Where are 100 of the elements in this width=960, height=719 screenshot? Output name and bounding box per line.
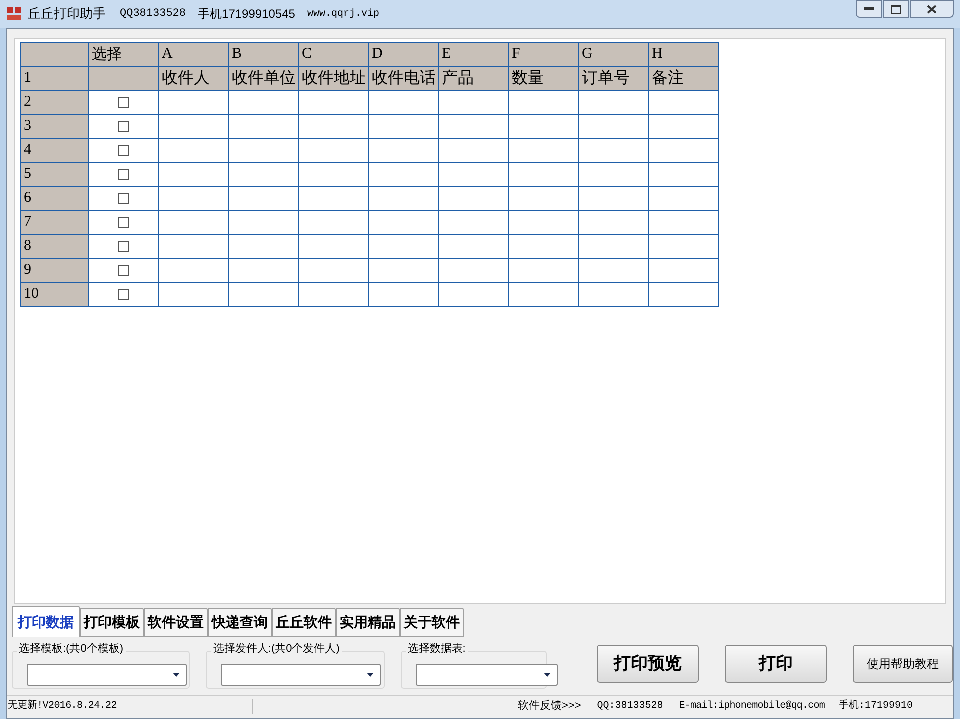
table-cell[interactable] — [579, 163, 649, 187]
table-cell[interactable] — [229, 139, 299, 163]
tab[interactable]: 打印模板 — [80, 608, 144, 637]
table-cell[interactable] — [229, 91, 299, 115]
table-cell[interactable] — [229, 283, 299, 307]
table-cell[interactable] — [509, 187, 579, 211]
table-cell[interactable] — [159, 187, 229, 211]
table-cell[interactable] — [229, 115, 299, 139]
action-button[interactable]: 打印 — [725, 645, 828, 683]
table-cell[interactable] — [509, 259, 579, 283]
table-cell[interactable] — [579, 91, 649, 115]
table-cell[interactable] — [439, 115, 509, 139]
dropdown[interactable] — [27, 664, 187, 686]
table-cell[interactable] — [439, 91, 509, 115]
dropdown[interactable] — [221, 664, 382, 686]
action-button[interactable]: 打印预览 — [597, 645, 700, 683]
table-cell[interactable] — [579, 283, 649, 307]
table-cell[interactable] — [509, 211, 579, 235]
table-cell[interactable] — [509, 163, 579, 187]
checkbox[interactable] — [118, 97, 129, 108]
table-cell[interactable] — [649, 163, 719, 187]
table-cell[interactable] — [299, 91, 369, 115]
table-cell[interactable] — [229, 187, 299, 211]
checkbox[interactable] — [118, 145, 129, 156]
table-cell[interactable] — [649, 259, 719, 283]
table-cell[interactable] — [439, 187, 509, 211]
table-cell[interactable] — [229, 235, 299, 259]
table-cell[interactable] — [579, 211, 649, 235]
table-cell[interactable] — [439, 235, 509, 259]
table-cell[interactable] — [649, 139, 719, 163]
checkbox[interactable] — [118, 217, 129, 228]
table-cell[interactable] — [439, 139, 509, 163]
table-cell[interactable] — [649, 91, 719, 115]
checkbox[interactable] — [118, 193, 129, 204]
table-cell[interactable] — [369, 163, 439, 187]
tab[interactable]: 快递查询 — [208, 608, 272, 637]
table-cell[interactable] — [369, 211, 439, 235]
table-cell[interactable] — [299, 211, 369, 235]
action-button[interactable]: 使用帮助教程 — [853, 645, 954, 683]
minimize-button[interactable] — [856, 0, 882, 18]
table-cell[interactable] — [299, 115, 369, 139]
table-cell[interactable] — [579, 235, 649, 259]
tab[interactable]: 丘丘软件 — [272, 608, 336, 637]
column-header: G — [579, 43, 649, 67]
table-cell[interactable] — [229, 211, 299, 235]
table-cell[interactable] — [299, 283, 369, 307]
checkbox[interactable] — [118, 289, 129, 300]
table-cell[interactable] — [159, 115, 229, 139]
table-cell[interactable] — [369, 283, 439, 307]
table-cell[interactable] — [299, 259, 369, 283]
table-cell[interactable] — [509, 139, 579, 163]
table-cell[interactable] — [509, 115, 579, 139]
table-cell[interactable] — [369, 115, 439, 139]
checkbox[interactable] — [118, 121, 129, 132]
table-cell[interactable] — [439, 163, 509, 187]
table-cell[interactable] — [369, 259, 439, 283]
table-cell[interactable] — [509, 91, 579, 115]
table-cell[interactable] — [299, 163, 369, 187]
table-cell[interactable] — [159, 91, 229, 115]
maximize-button[interactable] — [883, 0, 909, 18]
table-cell[interactable] — [439, 283, 509, 307]
table-cell[interactable] — [649, 115, 719, 139]
table-cell[interactable] — [229, 163, 299, 187]
table-cell[interactable] — [579, 259, 649, 283]
table-cell[interactable] — [579, 187, 649, 211]
table-cell[interactable] — [369, 91, 439, 115]
table-cell[interactable] — [579, 115, 649, 139]
status-feedback[interactable]: 软件反馈>>> — [518, 698, 582, 714]
checkbox[interactable] — [118, 265, 129, 276]
table-cell[interactable] — [649, 283, 719, 307]
table-cell[interactable] — [299, 235, 369, 259]
table-cell[interactable] — [649, 235, 719, 259]
table-cell[interactable] — [159, 283, 229, 307]
table-cell[interactable] — [369, 235, 439, 259]
table-cell[interactable] — [369, 139, 439, 163]
table-cell[interactable] — [159, 163, 229, 187]
table-cell[interactable] — [509, 283, 579, 307]
table-cell[interactable] — [159, 139, 229, 163]
table-cell[interactable] — [439, 211, 509, 235]
table-cell[interactable] — [579, 139, 649, 163]
table-cell[interactable] — [159, 235, 229, 259]
table-cell[interactable] — [159, 211, 229, 235]
table-cell[interactable] — [299, 139, 369, 163]
dropdown[interactable] — [416, 664, 558, 686]
table-cell[interactable] — [439, 259, 509, 283]
tab[interactable]: 关于软件 — [400, 608, 464, 637]
row-header: 6 — [21, 187, 89, 211]
table-cell[interactable] — [649, 211, 719, 235]
table-cell[interactable] — [649, 187, 719, 211]
tab[interactable]: 打印数据 — [12, 606, 80, 637]
table-cell[interactable] — [299, 187, 369, 211]
table-cell[interactable] — [229, 259, 299, 283]
tab[interactable]: 软件设置 — [144, 608, 208, 637]
table-cell[interactable] — [159, 259, 229, 283]
checkbox[interactable] — [118, 241, 129, 252]
table-cell[interactable] — [369, 187, 439, 211]
close-button[interactable] — [910, 0, 954, 18]
checkbox[interactable] — [118, 169, 129, 180]
tab[interactable]: 实用精品 — [336, 608, 400, 637]
table-cell[interactable] — [509, 235, 579, 259]
